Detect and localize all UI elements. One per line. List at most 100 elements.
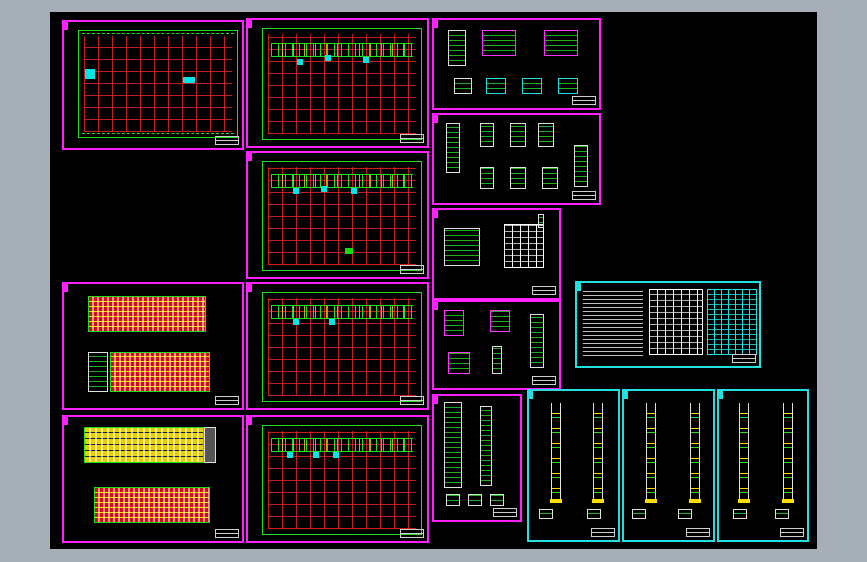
- section-drawing: [444, 228, 480, 266]
- sheet-tab: [248, 417, 252, 425]
- sheet-tab: [248, 20, 252, 28]
- core-block: [293, 188, 299, 194]
- core-block: [351, 188, 357, 194]
- sheet-site-plan[interactable]: [62, 20, 244, 150]
- stair-detail: [775, 509, 789, 519]
- detail-drawing: [480, 123, 494, 147]
- detail-drawing: [468, 494, 482, 506]
- sheet-tab: [434, 210, 438, 218]
- room-strip: [271, 438, 413, 452]
- title-block: [686, 528, 710, 537]
- title-block: [572, 191, 596, 200]
- sheet-tab: [577, 283, 581, 291]
- title-block: [400, 529, 424, 538]
- front-elevation-drawing: [88, 296, 206, 332]
- design-notes-text: [583, 289, 643, 359]
- sheet-stair-2[interactable]: [622, 389, 715, 542]
- room-strip: [271, 174, 413, 188]
- wall-section-drawing: [480, 406, 492, 486]
- sheet-stair-1[interactable]: [527, 389, 620, 542]
- core-block: [85, 69, 95, 79]
- sheet-front-elevation[interactable]: [62, 282, 244, 410]
- sheet-floor-plan-1[interactable]: [246, 18, 429, 148]
- sheet-stair-3[interactable]: [717, 389, 809, 542]
- sheet-details-a[interactable]: [432, 18, 601, 110]
- sheet-tab: [248, 284, 252, 292]
- detail-drawing: [490, 494, 504, 506]
- room-strip: [271, 43, 413, 57]
- core-block: [321, 186, 327, 192]
- title-block: [400, 396, 424, 405]
- core-block: [313, 452, 319, 458]
- stair-section-left: [738, 403, 750, 503]
- roof-plan-drawing: [262, 425, 422, 535]
- detail-drawing: [480, 167, 494, 189]
- sheet-tab: [624, 391, 628, 399]
- detail-drawing: [522, 78, 542, 94]
- detail-drawing: [530, 314, 544, 368]
- sheet-details-b[interactable]: [432, 113, 601, 205]
- core-block: [325, 55, 331, 61]
- stair-base: [645, 499, 657, 503]
- sheet-wall-section[interactable]: [432, 394, 522, 522]
- core-block: [183, 77, 195, 83]
- detail-drawing: [542, 167, 558, 189]
- stair-detail: [632, 509, 646, 519]
- sheet-tab: [64, 22, 68, 30]
- detail-drawing: [510, 123, 526, 147]
- title-block: [400, 265, 424, 274]
- rear-elevation-drawing: [110, 352, 210, 392]
- title-block: [780, 528, 804, 537]
- sheet-tab: [434, 396, 438, 404]
- title-block: [591, 528, 615, 537]
- sheet-floor-plan-3[interactable]: [246, 282, 429, 410]
- sheet-tab: [719, 391, 723, 399]
- detail-drawing: [446, 494, 460, 506]
- sheet-tab: [64, 417, 68, 425]
- door-window-schedule: [649, 289, 703, 355]
- title-block: [215, 136, 239, 145]
- stair-detail: [733, 509, 747, 519]
- stair-base: [738, 499, 750, 503]
- stair-base: [689, 499, 701, 503]
- wall-section-drawing: [444, 402, 462, 488]
- stair-section-left: [550, 403, 562, 503]
- stair-detail: [678, 509, 692, 519]
- title-block: [572, 96, 596, 105]
- sheet-notes-schedule[interactable]: [575, 281, 761, 368]
- highlight-mark: [345, 248, 353, 254]
- detail-drawing: [444, 310, 464, 336]
- detail-drawing: [482, 30, 516, 56]
- sheet-tab: [64, 284, 68, 292]
- sheet-tab: [248, 153, 252, 161]
- floor-plan-2-drawing: [262, 161, 422, 271]
- side-elevation-end: [204, 427, 216, 463]
- detail-drawing: [490, 310, 510, 332]
- title-block: [532, 376, 556, 385]
- detail-drawing: [448, 352, 470, 374]
- stair-base: [550, 499, 562, 503]
- sheet-tab: [434, 115, 438, 123]
- detail-drawing: [492, 346, 502, 374]
- detail-drawing: [574, 145, 588, 187]
- sheet-tab: [434, 302, 438, 310]
- axis-grid: [84, 36, 232, 132]
- detail-drawing: [448, 30, 466, 66]
- detail-drawing: [538, 123, 554, 147]
- site-plan-drawing: [78, 30, 238, 138]
- rear-side-elevation-drawing: [94, 487, 210, 523]
- dimension-line: [82, 33, 234, 35]
- sheet-details-c[interactable]: [432, 300, 561, 390]
- drawing-canvas[interactable]: [50, 12, 817, 549]
- detail-drawing: [558, 78, 578, 94]
- sheet-side-elevation[interactable]: [62, 415, 244, 543]
- stair-section-right: [689, 403, 701, 503]
- stair-tower-elevation: [88, 352, 108, 392]
- sheet-section-a[interactable]: [432, 208, 561, 300]
- title-block: [215, 529, 239, 538]
- sheet-roof-plan[interactable]: [246, 415, 429, 543]
- core-block: [297, 59, 303, 65]
- sheet-floor-plan-2[interactable]: [246, 151, 429, 279]
- side-elevation-drawing: [84, 427, 204, 463]
- floor-plan-3-drawing: [262, 292, 422, 402]
